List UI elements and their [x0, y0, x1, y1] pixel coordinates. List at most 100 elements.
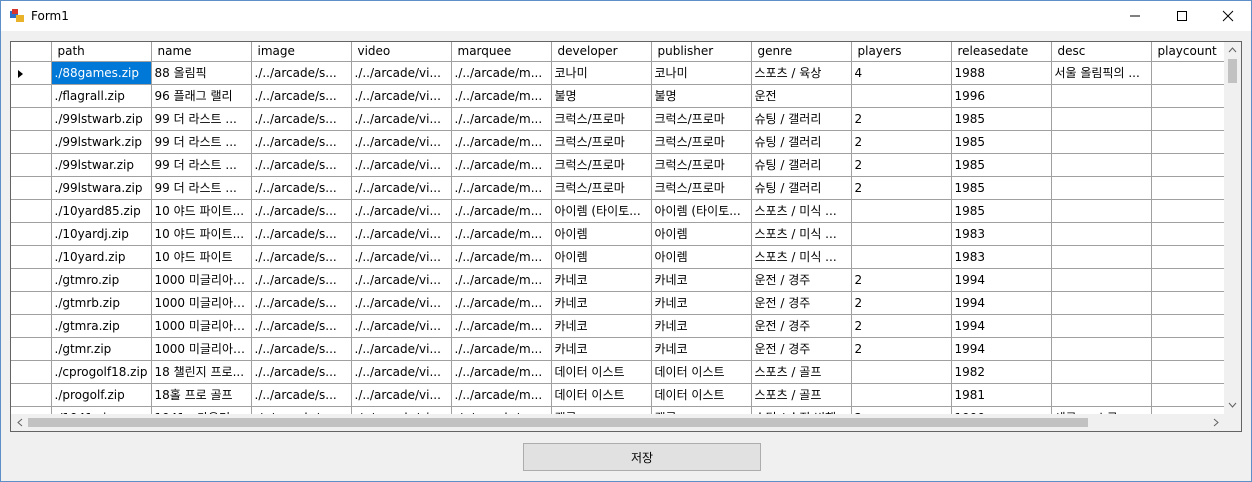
row-header[interactable] — [11, 337, 52, 361]
cell-developer[interactable]: 불명 — [551, 84, 652, 108]
row-header[interactable] — [11, 360, 52, 384]
cell-marquee[interactable]: ./../arcade/m... — [451, 107, 552, 131]
cell-desc[interactable] — [1051, 107, 1152, 131]
cell-desc[interactable] — [1051, 360, 1152, 384]
cell-image[interactable]: ./../arcade/s... — [251, 61, 352, 85]
cell-video[interactable]: ./../arcade/vi... — [351, 245, 452, 269]
cell-image[interactable]: ./../arcade/s... — [251, 245, 352, 269]
cell-players[interactable]: 2 — [851, 337, 952, 361]
cell-name[interactable]: 88 올림픽 — [151, 61, 252, 85]
cell-releasedate[interactable]: 1985 — [951, 153, 1052, 177]
cell-players[interactable] — [851, 383, 952, 407]
row-header[interactable] — [11, 84, 52, 108]
row-header[interactable] — [11, 245, 52, 269]
table-row[interactable]: ./progolf.zip 18홀 프로 골프 ./../arcade/s... ./… — [11, 383, 1241, 407]
cell-desc[interactable] — [1051, 245, 1152, 269]
table-row[interactable]: ./10yard85.zip 10 야드 파이트... ./../arcade/s.… — [11, 199, 1241, 223]
row-header[interactable] — [11, 314, 52, 338]
cell-players[interactable]: 2 — [851, 153, 952, 177]
table-row[interactable]: ./99lstwara.zip 99 더 라스트 ... ./../arcade/s… — [11, 176, 1241, 200]
cell-name[interactable]: 99 더 라스트 ... — [151, 130, 252, 154]
cell-name[interactable]: 10 야드 파이트 — [151, 245, 252, 269]
cell-genre[interactable]: 스포츠 / 골프 — [751, 383, 852, 407]
cell-video[interactable]: ./../arcade/vi... — [351, 107, 452, 131]
cell-releasedate[interactable]: 1985 — [951, 107, 1052, 131]
cell-publisher[interactable]: 아이렘 — [651, 245, 752, 269]
cell-image[interactable]: ./../arcade/s... — [251, 176, 352, 200]
cell-players[interactable] — [851, 245, 952, 269]
cell-video[interactable]: ./../arcade/vi... — [351, 222, 452, 246]
cell-video[interactable]: ./../arcade/vi... — [351, 383, 452, 407]
row-header[interactable] — [11, 222, 52, 246]
cell-releasedate[interactable]: 1983 — [951, 222, 1052, 246]
table-row[interactable]: ./99lstwark.zip 99 더 라스트 ... ./../arcade/s… — [11, 130, 1241, 154]
cell-developer[interactable]: 크럭스/프로마 — [551, 153, 652, 177]
column-header-desc[interactable]: desc — [1051, 42, 1152, 62]
table-row[interactable]: ./gtmro.zip 1000 미글리아 ... ./../arcade/s...… — [11, 268, 1241, 292]
cell-desc[interactable] — [1051, 84, 1152, 108]
cell-path[interactable]: ./gtmra.zip — [51, 314, 152, 338]
cell-path[interactable]: ./10yard.zip — [51, 245, 152, 269]
cell-image[interactable]: ./../arcade/s... — [251, 383, 352, 407]
column-header-publisher[interactable]: publisher — [651, 42, 752, 62]
cell-developer[interactable]: 아이렘 (타이토... — [551, 199, 652, 223]
horizontal-scrollbar[interactable] — [11, 414, 1224, 431]
cell-desc[interactable] — [1051, 383, 1152, 407]
close-button[interactable] — [1205, 1, 1251, 31]
cell-publisher[interactable]: 카네코 — [651, 291, 752, 315]
table-row[interactable]: ./99lstwarb.zip 99 더 라스트 ... ./../arcade/s… — [11, 107, 1241, 131]
cell-video[interactable]: ./../arcade/vi... — [351, 268, 452, 292]
cell-video[interactable]: ./../arcade/vi... — [351, 84, 452, 108]
cell-players[interactable]: 2 — [851, 107, 952, 131]
cell-image[interactable]: ./../arcade/s... — [251, 199, 352, 223]
cell-video[interactable]: ./../arcade/vi... — [351, 314, 452, 338]
horizontal-scroll-thumb[interactable] — [28, 418, 1088, 427]
cell-name[interactable]: 18 챌린지 프로... — [151, 360, 252, 384]
cell-genre[interactable]: 슈팅 / 갤러리 — [751, 153, 852, 177]
cell-players[interactable] — [851, 360, 952, 384]
data-grid[interactable]: path name image video marquee developer publis… — [10, 41, 1242, 432]
cell-marquee[interactable]: ./../arcade/m... — [451, 360, 552, 384]
maximize-button[interactable] — [1159, 1, 1205, 31]
cell-marquee[interactable]: ./../arcade/m... — [451, 84, 552, 108]
cell-marquee[interactable]: ./../arcade/m... — [451, 383, 552, 407]
cell-releasedate[interactable]: 1988 — [951, 61, 1052, 85]
cell-publisher[interactable]: 카네코 — [651, 268, 752, 292]
cell-path[interactable]: ./gtmrb.zip — [51, 291, 152, 315]
table-row[interactable]: ./10yard.zip 10 야드 파이트 ./../arcade/s... ./.… — [11, 245, 1241, 269]
table-row[interactable]: ./99lstwar.zip 99 더 라스트 ... ./../arcade/s.… — [11, 153, 1241, 177]
vertical-scroll-thumb[interactable] — [1228, 59, 1237, 83]
cell-video[interactable]: ./../arcade/vi... — [351, 176, 452, 200]
cell-name[interactable]: 1000 미글리아 ... — [151, 291, 252, 315]
cell-players[interactable] — [851, 199, 952, 223]
cell-publisher[interactable]: 카네코 — [651, 337, 752, 361]
cell-developer[interactable]: 크럭스/프로마 — [551, 107, 652, 131]
cell-genre[interactable]: 운전 — [751, 84, 852, 108]
cell-desc[interactable] — [1051, 176, 1152, 200]
scroll-left-button[interactable] — [11, 414, 28, 431]
cell-name[interactable]: 1000 미글리아 ... — [151, 337, 252, 361]
cell-path[interactable]: ./gtmr.zip — [51, 337, 152, 361]
cell-image[interactable]: ./../arcade/s... — [251, 268, 352, 292]
cell-releasedate[interactable]: 1994 — [951, 314, 1052, 338]
cell-video[interactable]: ./../arcade/vi... — [351, 360, 452, 384]
cell-marquee[interactable]: ./../arcade/m... — [451, 176, 552, 200]
cell-path[interactable]: ./99lstwarb.zip — [51, 107, 152, 131]
cell-publisher[interactable]: 크럭스/프로마 — [651, 130, 752, 154]
cell-developer[interactable]: 아이렘 — [551, 222, 652, 246]
cell-marquee[interactable]: ./../arcade/m... — [451, 153, 552, 177]
cell-publisher[interactable]: 카네코 — [651, 314, 752, 338]
cell-path[interactable]: ./99lstwara.zip — [51, 176, 152, 200]
scroll-up-button[interactable] — [1224, 42, 1241, 59]
cell-name[interactable]: 96 플래그 랠리 — [151, 84, 252, 108]
cell-image[interactable]: ./../arcade/s... — [251, 107, 352, 131]
row-header[interactable] — [11, 61, 52, 85]
cell-path[interactable]: ./cprogolf18.zip — [51, 360, 152, 384]
cell-releasedate[interactable]: 1994 — [951, 268, 1052, 292]
cell-releasedate[interactable]: 1982 — [951, 360, 1052, 384]
cell-path[interactable]: ./gtmro.zip — [51, 268, 152, 292]
cell-developer[interactable]: 카네코 — [551, 291, 652, 315]
cell-developer[interactable]: 데이터 이스트 — [551, 360, 652, 384]
cell-publisher[interactable]: 데이터 이스트 — [651, 383, 752, 407]
cell-image[interactable]: ./../arcade/s... — [251, 291, 352, 315]
